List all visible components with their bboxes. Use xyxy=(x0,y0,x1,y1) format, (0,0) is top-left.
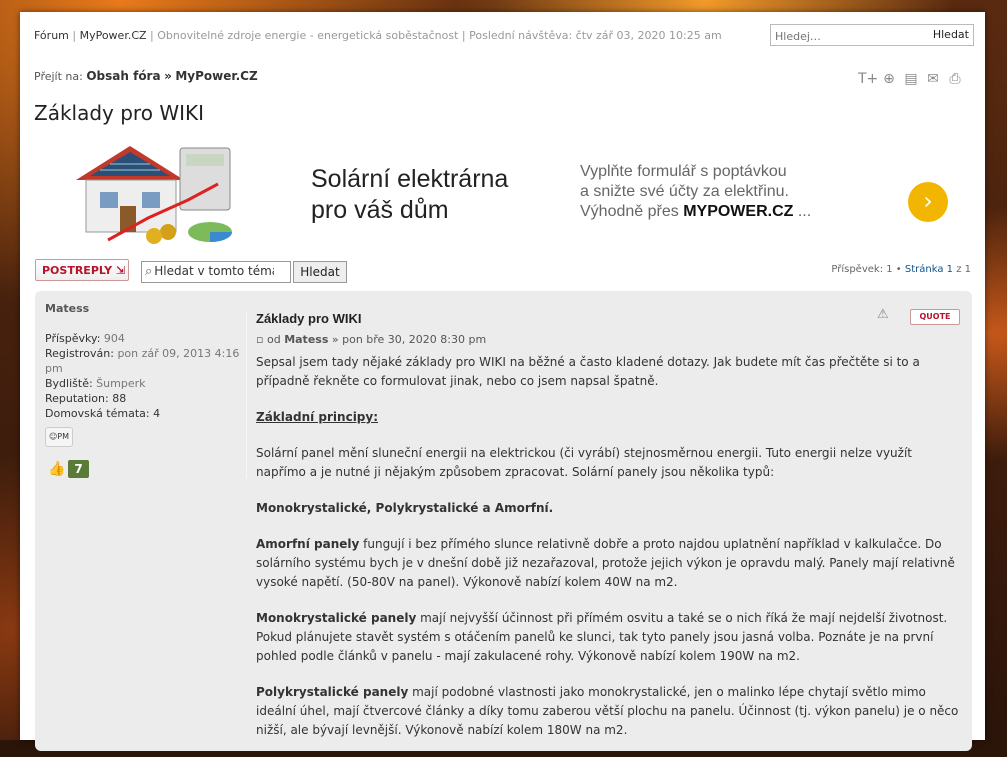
email-icon[interactable]: ✉ xyxy=(924,71,942,87)
post-icon: ▫ xyxy=(256,333,264,346)
bookmark-icon[interactable]: ⊕ xyxy=(880,71,898,87)
topic-search: ⌕ xyxy=(141,261,291,283)
site-search: Hledat xyxy=(770,24,974,46)
last-visit: Poslední návštěva: čtv zář 03, 2020 10:2… xyxy=(469,29,722,42)
profile-row: Bydliště: Šumperk xyxy=(45,376,240,391)
ad-banner[interactable]: Solární elektrárna pro váš dům Vyplňte f… xyxy=(68,140,953,250)
profile-row: Registrován: pon zář 09, 2013 4:16 pm xyxy=(45,346,240,376)
ad-text-line2: a snižte své účty za elektřinu. xyxy=(580,183,789,200)
site-link[interactable]: MyPower.CZ xyxy=(80,29,147,42)
topic-search-input[interactable] xyxy=(154,264,275,278)
ad-brand: MYPOWER.CZ xyxy=(683,203,794,220)
post-author[interactable]: Matess xyxy=(45,301,240,316)
poly-term: Polykrystalické panely xyxy=(256,685,409,699)
post-paragraph: Amorfní panely fungují i bez přímého slu… xyxy=(256,535,962,592)
karma-badge: 7 xyxy=(68,460,89,478)
post-reply-label: POSTREPLY xyxy=(42,264,113,277)
ad-headline-line2: pro váš dům xyxy=(311,196,449,224)
site-search-button[interactable]: Hledat xyxy=(929,25,973,45)
mono-term: Monokrystalické panely xyxy=(256,611,417,625)
magnifier-icon: ⌕ xyxy=(145,264,153,279)
profile-label: Bydliště: xyxy=(45,377,93,390)
topic-tools: T+ ⊕ ▤ ✉ ⎙ xyxy=(858,68,968,88)
ad-headline-line1: Solární elektrárna xyxy=(311,165,509,193)
profile-value: Šumperk xyxy=(96,377,146,390)
profile-value: 4 xyxy=(153,407,161,420)
breadcrumb-site[interactable]: MyPower.CZ xyxy=(175,69,257,83)
post-title[interactable]: Základy pro WIKI xyxy=(256,309,962,328)
page-title: Základy pro WIKI xyxy=(34,101,204,125)
profile-label: Příspěvky: xyxy=(45,332,101,345)
section-title: Základní principy: xyxy=(256,410,379,424)
post-reply-button[interactable]: POSTREPLY ⇲ xyxy=(35,259,129,281)
ad-headline: Solární elektrárna pro váš dům xyxy=(311,164,508,226)
breadcrumb-index[interactable]: Obsah fóra xyxy=(86,69,160,83)
font-size-icon[interactable]: T+ xyxy=(858,71,878,87)
post-paragraph: Solární panel mění sluneční energii na e… xyxy=(256,446,912,479)
site-search-input[interactable] xyxy=(771,27,929,46)
book-icon[interactable]: ▤ xyxy=(902,71,920,87)
pagination-link[interactable]: Stránka 1 xyxy=(905,264,953,275)
pm-button[interactable]: ☺PM xyxy=(45,427,73,447)
post-divider xyxy=(246,313,247,478)
ad-text-line3-suffix: ... xyxy=(797,203,812,220)
profile-value: 88 xyxy=(112,392,127,405)
pagination: Příspěvek: 1 • Stránka 1 z 1 xyxy=(831,264,971,275)
ad-go-button[interactable]: › xyxy=(908,182,948,222)
ad-text-line1: Vyplňte formulář s poptávkou xyxy=(580,163,787,180)
post: Matess Příspěvky: 904 Registrován: pon z… xyxy=(35,291,972,751)
ad-text-line3-prefix: Výhodně přes xyxy=(580,203,679,220)
amorf-text: fungují i bez přímého slunce relativně d… xyxy=(256,537,955,589)
post-meta: ▫ od Matess » pon bře 30, 2020 8:30 pm xyxy=(256,330,962,349)
post-paragraph: Polykrystalické panely mají podobné vlas… xyxy=(256,683,962,740)
profile-label: Domovská témata: xyxy=(45,407,150,420)
profile-value: 904 xyxy=(103,332,125,345)
post-paragraph: Sepsal jsem tady nějaké základy pro WIKI… xyxy=(256,355,920,388)
topic-search-button[interactable]: Hledat xyxy=(293,261,347,283)
post-body: Základy pro WIKI ▫ od Matess » pon bře 3… xyxy=(256,309,962,757)
pagination-prefix: Příspěvek: 1 • xyxy=(831,264,902,275)
breadcrumb-prefix: Přejít na: xyxy=(34,70,83,83)
meta-date: » pon bře 30, 2020 8:30 pm xyxy=(331,333,487,346)
thumbs-up-icon[interactable]: 👍 xyxy=(48,461,65,477)
profile-row: Domovská témata: 4 xyxy=(45,406,240,421)
ad-text: Vyplňte formulář s poptávkou a snižte sv… xyxy=(580,162,811,222)
meta-author[interactable]: Matess xyxy=(284,333,328,346)
post-paragraph: Monokrystalické panely mají nejvyšší úči… xyxy=(256,609,962,666)
print-icon[interactable]: ⎙ xyxy=(946,71,964,87)
panel-types: Monokrystalické, Polykrystalické a Amorf… xyxy=(256,501,554,515)
pagination-suffix: z 1 xyxy=(956,264,971,275)
meta-prefix: od xyxy=(266,333,281,346)
post-profile: Matess Příspěvky: 904 Registrován: pon z… xyxy=(45,301,240,421)
profile-row: Příspěvky: 904 xyxy=(45,331,240,346)
pm-label: PM xyxy=(57,432,70,441)
tagline: Obnovitelné zdroje energie - energetická… xyxy=(157,29,459,42)
forum-page: Fórum | MyPower.CZ | Obnovitelné zdroje … xyxy=(20,12,985,751)
profile-row: Reputation: 88 xyxy=(45,391,240,406)
house-solar-illustration xyxy=(76,146,232,244)
reply-arrow-icon: ⇲ xyxy=(116,264,126,277)
header-bar: Fórum | MyPower.CZ | Obnovitelné zdroje … xyxy=(34,29,722,42)
forum-link[interactable]: Fórum xyxy=(34,29,69,42)
amorf-term: Amorfní panely xyxy=(256,537,360,551)
breadcrumb: Přejít na: Obsah fóra » MyPower.CZ xyxy=(34,69,258,83)
profile-label: Reputation: xyxy=(45,392,109,405)
breadcrumb-sep: » xyxy=(164,69,172,83)
profile-label: Registrován: xyxy=(45,347,114,360)
